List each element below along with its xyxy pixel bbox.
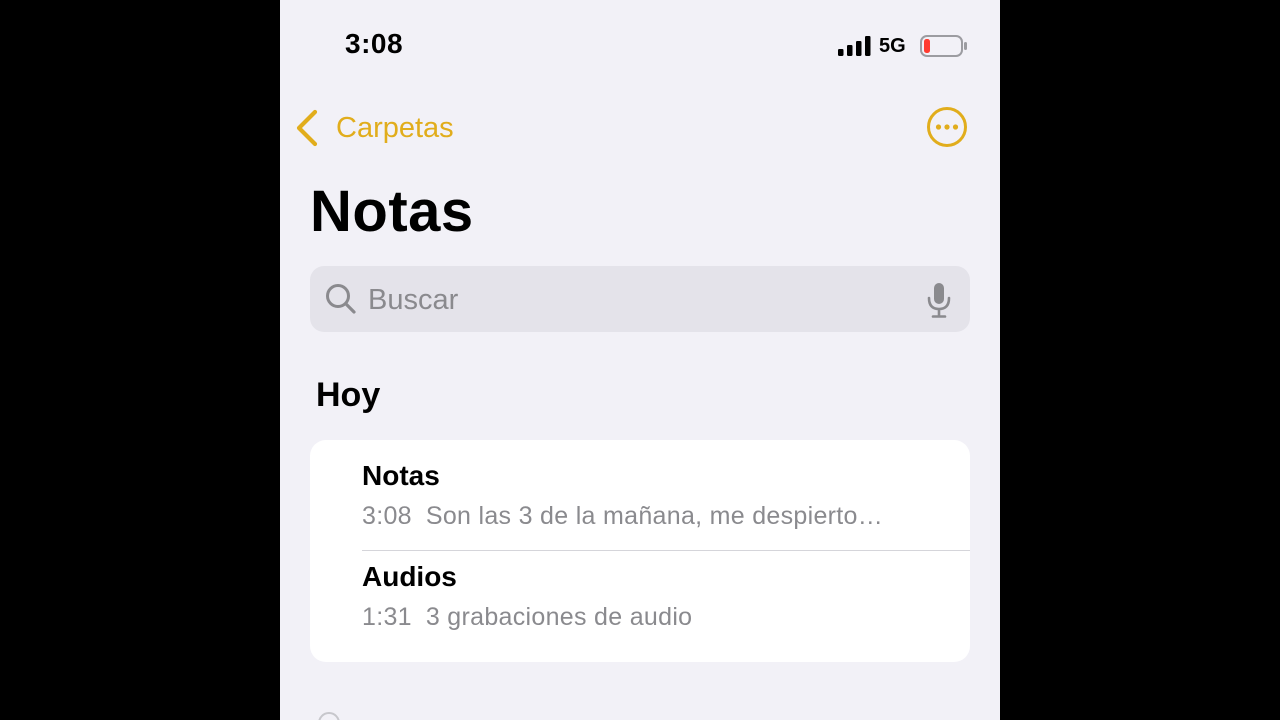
note-subtitle: 1:31 3 grabaciones de audio bbox=[362, 603, 692, 632]
chevron-left-icon bbox=[296, 109, 318, 147]
notes-list: Notas 3:08 Son las 3 de la mañana, me des… bbox=[310, 440, 970, 662]
list-item-audios[interactable]: Audios 1:31 3 grabaciones de audio bbox=[310, 551, 970, 661]
note-time: 1:31 bbox=[362, 603, 412, 631]
note-subtitle: 3:08 Son las 3 de la mañana, me despierto… bbox=[362, 502, 883, 531]
status-time: 3:08 bbox=[345, 28, 404, 59]
status-bar: 3:08 5G bbox=[280, 0, 1000, 90]
network-type: 5G bbox=[879, 35, 906, 57]
search-bar[interactable] bbox=[310, 266, 970, 332]
page-title: Notas bbox=[310, 179, 474, 244]
navigation-bar: Carpetas bbox=[280, 100, 1000, 156]
microphone-icon[interactable] bbox=[926, 282, 952, 318]
next-section-edge bbox=[318, 712, 340, 720]
search-icon bbox=[326, 284, 356, 314]
note-preview: 3 grabaciones de audio bbox=[425, 603, 693, 631]
cellular-signal-icon bbox=[838, 36, 871, 56]
battery-icon bbox=[920, 35, 967, 57]
list-item-notas[interactable]: Notas 3:08 Son las 3 de la mañana, me des… bbox=[310, 440, 970, 551]
section-header-today: Hoy bbox=[316, 376, 381, 414]
phone-screen: 3:08 5G Carpetas Notas Buscar Hoy Notas … bbox=[280, 0, 1000, 720]
note-title: Notas bbox=[362, 460, 440, 491]
note-preview: Son las 3 de la mañana, me despierto… bbox=[425, 502, 884, 530]
search-input[interactable] bbox=[366, 276, 910, 324]
back-button[interactable]: Carpetas bbox=[294, 108, 454, 148]
note-title: Audios bbox=[362, 561, 457, 592]
ellipsis-circle-icon[interactable] bbox=[926, 106, 968, 148]
note-time: 3:08 bbox=[362, 502, 412, 530]
back-button-label: Carpetas bbox=[336, 111, 454, 144]
